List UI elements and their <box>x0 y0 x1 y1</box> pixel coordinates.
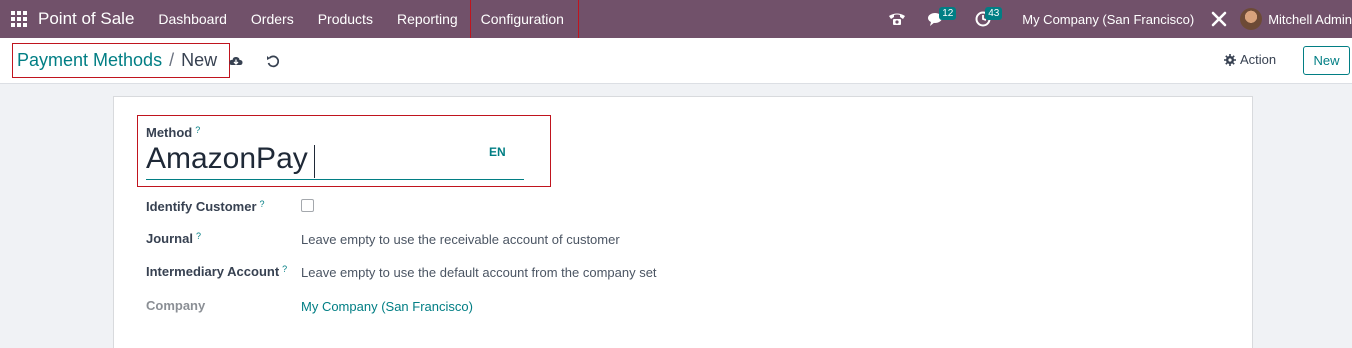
company-switcher[interactable]: My Company (San Francisco) <box>1022 12 1194 27</box>
identify-customer-label: Identify Customer? <box>146 199 265 214</box>
discard-undo-icon[interactable] <box>266 54 280 68</box>
breadcrumb: Payment Methods / New <box>12 43 230 78</box>
new-button[interactable]: New <box>1303 46 1350 75</box>
journal-help-icon[interactable]: ? <box>196 231 201 241</box>
identify-customer-checkbox[interactable] <box>301 199 314 212</box>
company-label: Company <box>146 298 206 313</box>
control-panel: Payment Methods / New Action New <box>0 38 1352 84</box>
action-label: Action <box>1240 52 1277 67</box>
menu-products[interactable]: Products <box>306 0 385 38</box>
method-name-input[interactable]: AmazonPay <box>146 142 524 180</box>
activities-clock-icon[interactable]: 43 <box>970 0 1003 38</box>
method-label: Method? <box>146 125 201 140</box>
apps-menu-icon[interactable] <box>0 0 38 38</box>
language-toggle[interactable]: EN <box>489 145 506 159</box>
intermediary-help-icon[interactable]: ? <box>282 264 287 274</box>
messages-icon[interactable]: 12 <box>924 0 957 38</box>
identify-customer-help-icon[interactable]: ? <box>260 199 265 209</box>
phone-icon[interactable] <box>884 0 910 38</box>
menu-dashboard[interactable]: Dashboard <box>146 0 239 38</box>
messages-badge: 12 <box>939 7 957 20</box>
intermediary-account-input[interactable]: Leave empty to use the default account f… <box>301 265 657 280</box>
company-value[interactable]: My Company (San Francisco) <box>301 299 473 314</box>
save-cloud-icon[interactable] <box>229 54 243 68</box>
activities-badge: 43 <box>985 7 1003 20</box>
menu-orders[interactable]: Orders <box>239 0 306 38</box>
journal-label: Journal? <box>146 231 201 246</box>
gear-icon <box>1224 53 1236 66</box>
user-menu[interactable]: Mitchell Admin <box>1268 12 1352 27</box>
breadcrumb-payment-methods[interactable]: Payment Methods <box>17 50 162 71</box>
app-title[interactable]: Point of Sale <box>38 9 134 29</box>
action-button[interactable]: Action <box>1224 52 1276 67</box>
journal-input[interactable]: Leave empty to use the receivable accoun… <box>301 232 620 247</box>
menu-reporting[interactable]: Reporting <box>385 0 470 38</box>
top-navbar: Point of Sale Dashboard Orders Products … <box>0 0 1352 44</box>
user-avatar[interactable] <box>1240 8 1263 30</box>
breadcrumb-current: New <box>181 50 218 70</box>
debug-tools-icon[interactable] <box>1206 0 1232 38</box>
text-cursor <box>314 145 315 178</box>
breadcrumb-separator: / <box>169 50 175 70</box>
method-help-icon[interactable]: ? <box>195 125 200 135</box>
intermediary-account-label: Intermediary Account? <box>146 264 288 279</box>
